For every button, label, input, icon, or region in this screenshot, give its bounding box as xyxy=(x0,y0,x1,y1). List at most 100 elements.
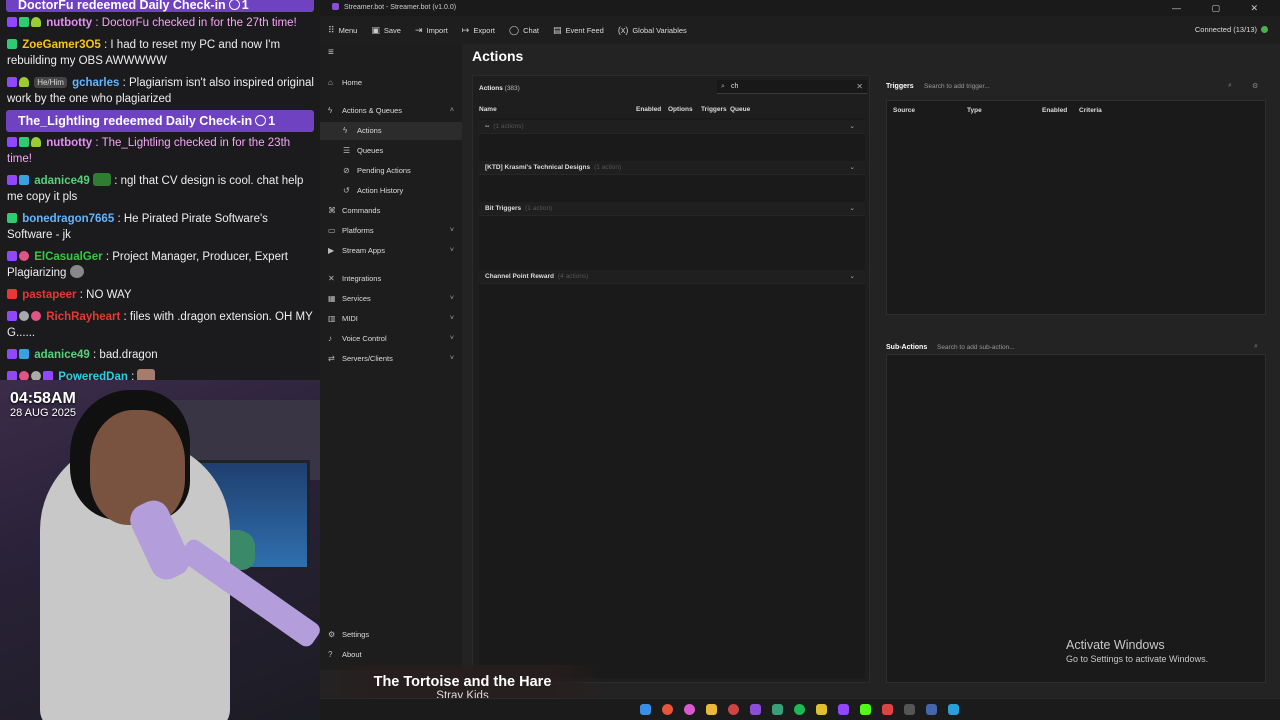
app-icon[interactable] xyxy=(904,704,915,715)
column-source[interactable]: Source xyxy=(893,107,915,114)
kick-icon[interactable] xyxy=(860,704,871,715)
sidebar-item-about[interactable]: ? About xyxy=(320,646,462,664)
subactions-list xyxy=(886,354,1266,683)
sidebar: ≡ ⌂ Home ϟ Actions & Queues ˄ ϟ Actions ☰ Que… xyxy=(320,44,462,670)
shield-icon xyxy=(19,311,29,321)
menu-button[interactable]: ⠿ Menu xyxy=(328,25,357,36)
folder-icon[interactable] xyxy=(706,704,717,715)
sidebar-item-servers-clients[interactable]: ⇄ Servers/Clients ˅ xyxy=(320,350,462,368)
event-feed-button[interactable]: ▤ Event Feed xyxy=(553,25,604,36)
chevron-down-icon: ⌄ xyxy=(849,164,855,171)
column-type[interactable]: Type xyxy=(967,107,982,114)
watermark-subtitle: Go to Settings to activate Windows. xyxy=(1066,654,1209,664)
export-label: Export xyxy=(473,25,496,35)
export-button[interactable]: ↦ Export xyxy=(462,25,495,36)
actions-panel: Actions (383) ⌕ ch ✕ Name Enabled Option… xyxy=(472,75,870,683)
sidebar-item-label: Settings xyxy=(342,630,370,639)
badge-icon xyxy=(7,311,17,321)
column-enabled[interactable]: Enabled xyxy=(636,106,661,113)
stream-chat: DoctorFu redeemed Daily Check-in 1 nutbot… xyxy=(0,0,320,380)
actions-search-input[interactable]: ⌕ ch ✕ xyxy=(717,80,867,94)
column-name[interactable]: Name xyxy=(479,106,497,113)
search-icon[interactable]: ⌕ xyxy=(1228,82,1232,90)
column-enabled[interactable]: Enabled xyxy=(1042,107,1067,114)
midi-icon: ▥ xyxy=(328,314,336,323)
sidebar-item-services[interactable]: ▦ Services ˅ xyxy=(320,290,462,308)
spotify-icon[interactable] xyxy=(794,704,805,715)
start-icon[interactable] xyxy=(640,704,651,715)
triggers-section: Triggers Search to add trigger... ⌕ ⚙ So… xyxy=(886,75,1266,315)
streamerbot-icon[interactable] xyxy=(750,704,761,715)
import-button[interactable]: ⇥ Import xyxy=(415,25,448,36)
column-triggers[interactable]: Triggers xyxy=(701,106,727,113)
app-icon[interactable] xyxy=(728,704,739,715)
youtube-icon xyxy=(7,289,17,299)
column-options[interactable]: Options xyxy=(668,106,693,113)
sidebar-item-action-history[interactable]: ↺ Action History xyxy=(320,182,462,200)
sidebar-item-home[interactable]: ⌂ Home xyxy=(320,74,462,92)
import-label: Import xyxy=(426,25,448,35)
sidebar-item-label: Queues xyxy=(357,146,384,155)
sidebar-item-actions-queues[interactable]: ϟ Actions & Queues ˄ xyxy=(320,102,462,120)
save-icon: ▣ xyxy=(371,24,380,35)
emote-icon xyxy=(93,173,112,186)
app-icon[interactable] xyxy=(882,704,893,715)
action-group-row[interactable]: Bit Triggers (1 action) ⌄ xyxy=(479,202,865,216)
sidebar-item-label: Stream Apps xyxy=(342,246,385,255)
window-controls[interactable]: — ▢ ✕ xyxy=(1172,0,1272,16)
info-icon: ? xyxy=(328,650,333,659)
sidebar-item-queues[interactable]: ☰ Queues xyxy=(320,142,462,160)
bolt-icon: ϟ xyxy=(343,126,348,135)
column-queue[interactable]: Queue xyxy=(730,106,750,113)
sidebar-item-pending-actions[interactable]: ⊘ Pending Actions xyxy=(320,162,462,180)
sidebar-item-stream-apps[interactable]: ▶ Stream Apps ˅ xyxy=(320,242,462,260)
activate-windows-watermark: Activate Windows Go to Settings to activ… xyxy=(1066,638,1208,664)
actions-label: Actions xyxy=(479,85,503,92)
chat-text: : NO WAY xyxy=(79,289,132,301)
sidebar-item-settings[interactable]: ⚙ Settings xyxy=(320,626,462,644)
twitch-icon[interactable] xyxy=(838,704,849,715)
chevron-down-icon: ˅ xyxy=(449,247,454,254)
action-group-row[interactable]: Channel Point Reward (4 actions) ⌄ xyxy=(479,270,865,284)
window-title: Streamer.bot - Streamer.bot (v1.0.0) xyxy=(344,4,457,11)
chat-message: He/Him gcharles : Plagiarism isn't also … xyxy=(0,72,320,110)
sidebar-item-voice-control[interactable]: ♪ Voice Control ˅ xyxy=(320,330,462,348)
sidebar-item-commands[interactable]: ⌘ Commands xyxy=(320,202,462,220)
notes-icon[interactable] xyxy=(816,704,827,715)
watermark-title: Activate Windows xyxy=(1066,638,1165,652)
gear-icon[interactable]: ⚙ xyxy=(1252,82,1258,90)
chat-button[interactable]: ◯ Chat xyxy=(509,25,539,36)
sidebar-item-midi[interactable]: ▥ MIDI ˅ xyxy=(320,310,462,328)
shield-icon xyxy=(31,371,41,380)
trigger-search-input[interactable]: Search to add trigger... xyxy=(924,83,990,90)
badge-icon xyxy=(19,349,29,359)
chrome-icon[interactable] xyxy=(662,704,673,715)
action-group-row[interactable]: [KTD] Krasmi's Technical Designs (1 actio… xyxy=(479,161,865,175)
browser-icon[interactable] xyxy=(684,704,695,715)
chat-username: RichRayheart xyxy=(46,311,121,323)
chevron-down-icon: ˅ xyxy=(449,315,454,322)
bolt-icon: ϟ xyxy=(328,106,333,115)
search-icon[interactable]: ⌕ xyxy=(1254,343,1258,351)
badge-icon xyxy=(7,175,17,185)
server-icon: ⇄ xyxy=(328,354,335,363)
action-group-row[interactable]: -- (1 actions) ⌄ xyxy=(479,120,865,134)
redeem-banner: The_Lightling redeemed Daily Check-in 1 xyxy=(6,110,314,132)
sidebar-item-platforms[interactable]: ▭ Platforms ˅ xyxy=(320,222,462,240)
save-button[interactable]: ▣ Save xyxy=(371,25,401,36)
connection-status[interactable]: Connected (13/13) xyxy=(1195,16,1268,44)
chat-username: ElCasualGer xyxy=(34,251,103,263)
sidebar-item-integrations[interactable]: ✕ Integrations xyxy=(320,270,462,288)
badge-icon xyxy=(7,77,17,87)
global-variables-button[interactable]: (x) Global Variables xyxy=(618,25,687,35)
column-criteria[interactable]: Criteria xyxy=(1079,107,1102,114)
subaction-search-input[interactable]: Search to add sub-action... xyxy=(937,344,1015,351)
actions-table-header: Name Enabled Options Triggers Queue xyxy=(479,106,859,118)
app-icon[interactable] xyxy=(926,704,937,715)
app-icon[interactable] xyxy=(948,704,959,715)
app-icon[interactable] xyxy=(772,704,783,715)
hamburger-icon[interactable]: ≡ xyxy=(328,47,334,58)
redeem-banner: DoctorFu redeemed Daily Check-in 1 xyxy=(6,0,314,12)
clear-icon[interactable]: ✕ xyxy=(856,80,863,94)
sidebar-item-actions[interactable]: ϟ Actions xyxy=(320,122,462,140)
